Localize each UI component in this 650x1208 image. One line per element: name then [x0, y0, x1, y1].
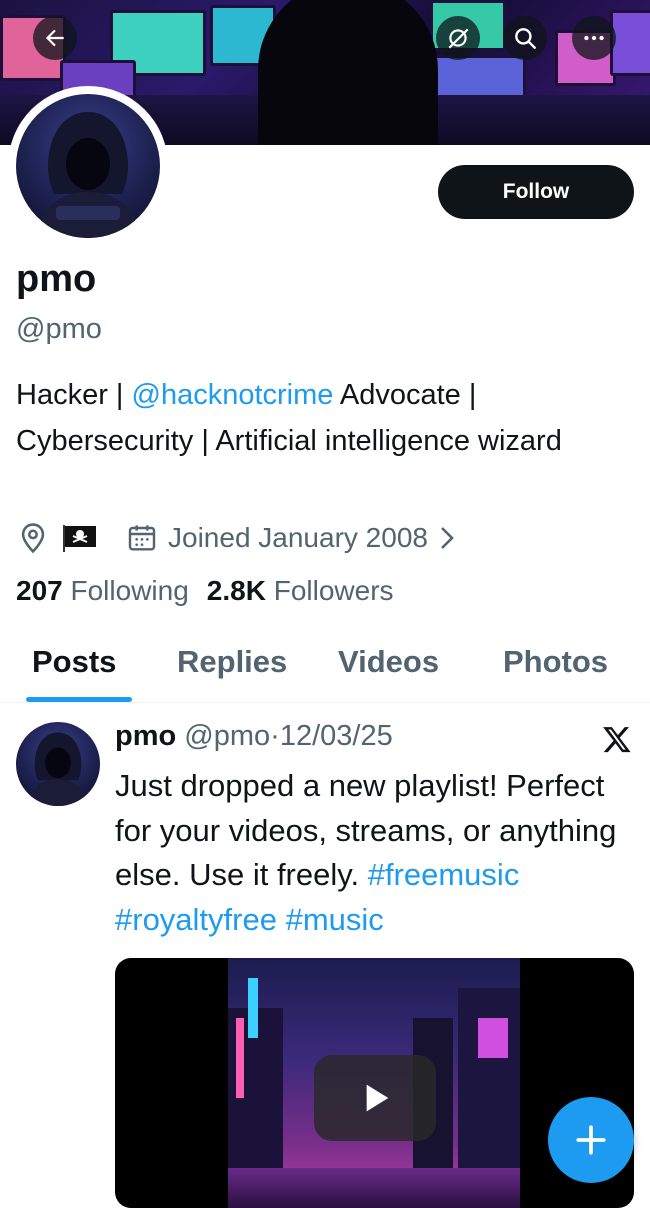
- followers-label: Followers: [273, 575, 394, 606]
- post-date[interactable]: 12/03/25: [280, 720, 393, 752]
- profile-avatar[interactable]: [8, 86, 168, 246]
- profile-meta: Joined January 2008: [16, 516, 458, 560]
- grok-button[interactable]: [436, 16, 480, 60]
- compose-plus-icon: [576, 1125, 606, 1155]
- search-button[interactable]: [503, 16, 547, 60]
- more-icon: [584, 35, 604, 41]
- x-logo-icon: [603, 727, 631, 753]
- play-icon: [366, 1084, 389, 1112]
- profile-handle: @pmo: [16, 313, 102, 345]
- bio-text: Hacker |: [16, 379, 132, 411]
- post-video[interactable]: [115, 958, 634, 1208]
- hooded-figure-image: [36, 112, 140, 238]
- location-pin-icon: [21, 523, 45, 554]
- back-button[interactable]: [33, 16, 77, 60]
- calendar-icon: [128, 525, 156, 551]
- post-avatar[interactable]: [16, 722, 100, 806]
- following-label: Following: [70, 575, 189, 606]
- profile-bio: Hacker | @hacknotcrime Advocate | Cybers…: [16, 372, 616, 464]
- post-author-handle[interactable]: @pmo: [184, 720, 270, 752]
- joined-date[interactable]: Joined January 2008: [168, 522, 428, 554]
- chevron-right-icon[interactable]: [436, 523, 458, 553]
- following-link[interactable]: 207 Following: [16, 575, 189, 607]
- post-text: Just dropped a new playlist! Perfect for…: [115, 764, 625, 942]
- tab-replies[interactable]: Replies: [177, 644, 287, 680]
- play-button[interactable]: [314, 1055, 436, 1141]
- post-separator: ·: [270, 720, 280, 752]
- follow-stats: 207 Following 2.8K Followers: [16, 575, 394, 607]
- follow-button[interactable]: Follow: [438, 165, 634, 219]
- back-arrow-icon: [45, 29, 64, 47]
- search-icon: [515, 28, 536, 49]
- profile-name: pmo: [16, 258, 97, 300]
- followers-link[interactable]: 2.8K Followers: [207, 575, 394, 607]
- bio-mention-link[interactable]: @hacknotcrime: [132, 379, 334, 411]
- post-header: pmo @pmo·12/03/25: [115, 720, 393, 753]
- tab-photos[interactable]: Photos: [503, 644, 608, 680]
- hooded-figure-image: [27, 732, 89, 806]
- followers-count: 2.8K: [206, 575, 266, 606]
- more-button[interactable]: [572, 16, 616, 60]
- grok-icon: [448, 28, 469, 49]
- tab-videos[interactable]: Videos: [338, 644, 439, 680]
- active-tab-indicator: [26, 697, 132, 702]
- post-body: Just dropped a new playlist! Perfect for…: [115, 768, 617, 892]
- profile-tabs: Posts Replies Videos Photos: [0, 630, 650, 703]
- tab-posts[interactable]: Posts: [32, 644, 116, 680]
- following-count: 207: [16, 575, 63, 606]
- post-author-name[interactable]: pmo: [115, 720, 176, 752]
- compose-button[interactable]: [548, 1097, 634, 1183]
- pirate-flag-icon: [63, 525, 96, 552]
